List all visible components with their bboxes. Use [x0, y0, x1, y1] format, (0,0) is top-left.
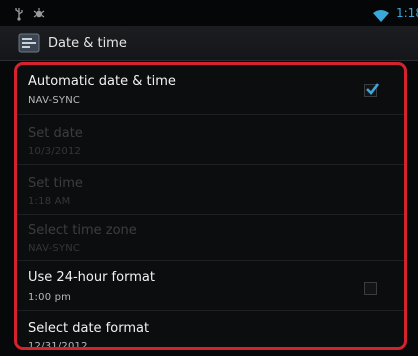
- setting-use-24-hour-format[interactable]: Use 24-hour format 1:00 pm: [17, 261, 404, 311]
- automatic-date-time-checkbox[interactable]: [364, 83, 380, 97]
- setting-set-date: Set date 10/3/2012: [17, 115, 404, 165]
- settings-list: Automatic date & time NAV-SYNC Set date …: [14, 62, 407, 350]
- setting-subtitle: 1:18 AM: [28, 196, 71, 207]
- action-bar: Date & time: [0, 26, 418, 61]
- page-title: Date & time: [48, 36, 127, 51]
- setting-automatic-date-time[interactable]: Automatic date & time NAV-SYNC: [17, 65, 404, 115]
- setting-title: Select time zone: [28, 223, 137, 238]
- use-24-hour-format-checkbox[interactable]: [364, 282, 377, 295]
- setting-subtitle: 12/31/2012: [28, 341, 88, 350]
- setting-title: Use 24-hour format: [28, 270, 155, 285]
- setting-select-date-format[interactable]: Select date format 12/31/2012: [17, 311, 404, 350]
- debug-icon: [33, 6, 45, 20]
- screen: 1:18 Date & time Automatic date & time N…: [0, 0, 418, 356]
- usb-icon: [14, 6, 24, 21]
- setting-title: Automatic date & time: [28, 74, 176, 89]
- setting-select-time-zone: Select time zone NAV-SYNC: [17, 215, 404, 261]
- check-icon: [366, 83, 380, 95]
- setting-title: Select date format: [28, 321, 150, 336]
- status-bar: 1:18: [0, 0, 418, 26]
- setting-subtitle: NAV-SYNC: [28, 243, 81, 254]
- setting-subtitle: 1:00 pm: [28, 292, 72, 303]
- setting-title: Set date: [28, 126, 83, 141]
- setting-title: Set time: [28, 176, 83, 191]
- setting-set-time: Set time 1:18 AM: [17, 165, 404, 215]
- setting-subtitle: 10/3/2012: [28, 146, 82, 157]
- setting-subtitle: NAV-SYNC: [28, 95, 81, 106]
- status-clock: 1:18: [396, 6, 418, 20]
- settings-app-icon[interactable]: [18, 32, 40, 54]
- wifi-icon: [373, 7, 389, 22]
